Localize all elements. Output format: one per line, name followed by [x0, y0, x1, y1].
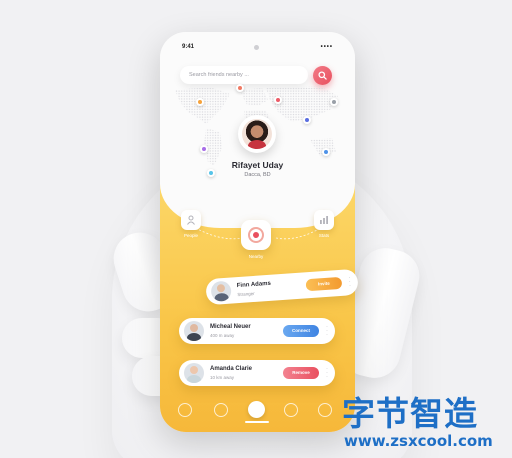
- contact-distance: 10 km away: [210, 375, 235, 380]
- watermark-url: www.zsxcool.com: [344, 432, 493, 450]
- contact-card[interactable]: Amanda Clarie 10 km away Remove · · ·: [179, 360, 335, 386]
- contact-avatar: [184, 321, 204, 341]
- map-pin[interactable]: [196, 98, 204, 106]
- contact-card[interactable]: Micheal Neuer 400 m away Connect · · ·: [179, 318, 335, 344]
- mode-people-button[interactable]: [181, 210, 201, 230]
- map-pin[interactable]: [330, 98, 338, 106]
- connect-button[interactable]: Connect: [283, 325, 319, 337]
- map-pin[interactable]: [236, 84, 244, 92]
- status-time: 9:41: [182, 44, 195, 50]
- more-options-icon[interactable]: · · ·: [326, 366, 329, 380]
- mode-nearby-label: Nearby: [248, 254, 264, 259]
- mode-stats-label: Stats: [318, 233, 330, 238]
- search-icon: [318, 71, 327, 80]
- map-pin[interactable]: [322, 148, 330, 156]
- mode-stats-button[interactable]: [314, 210, 334, 230]
- contact-name: Micheal Neuer: [210, 324, 251, 330]
- trophy-icon[interactable]: [284, 403, 298, 417]
- map-pin[interactable]: [303, 116, 311, 124]
- contact-name: Finn Adams: [236, 280, 272, 290]
- map-pin[interactable]: [274, 96, 282, 104]
- profile-name: Rifayet Uday: [231, 160, 284, 170]
- contact-avatar: [210, 280, 232, 302]
- more-options-icon[interactable]: · · ·: [326, 324, 329, 338]
- contact-status: Stranger: [237, 290, 255, 298]
- profile-avatar[interactable]: [238, 115, 276, 153]
- nearby-icon[interactable]: [248, 401, 265, 418]
- watermark: 字节智造 www.zsxcool.com: [342, 394, 512, 451]
- profile-location: Dacca, BD: [244, 172, 271, 178]
- settings-icon[interactable]: [318, 403, 332, 417]
- bar-chart-icon: [320, 216, 328, 224]
- invite-button[interactable]: Invite: [305, 276, 343, 292]
- contact-name: Amanda Clarie: [210, 366, 253, 372]
- mode-people-label: People: [183, 233, 198, 238]
- tab-bar: [172, 400, 343, 423]
- active-tab-indicator: [245, 421, 269, 423]
- contact-avatar: [184, 363, 204, 383]
- watermark-title: 字节智造: [342, 394, 478, 433]
- phone-screen: 9:41 •••• Search friends nearby ... Rifa…: [160, 32, 355, 432]
- mode-nearby-button[interactable]: [241, 220, 271, 250]
- location-icon[interactable]: [214, 403, 228, 417]
- contact-distance: 400 m away: [210, 333, 235, 338]
- signal-icon: ••••: [320, 44, 333, 50]
- person-icon: [187, 215, 195, 225]
- remove-button[interactable]: Remove: [283, 367, 319, 379]
- camera-icon: [254, 45, 259, 50]
- home-icon[interactable]: [178, 403, 192, 417]
- more-options-icon[interactable]: · · ·: [348, 275, 352, 289]
- radar-icon: [248, 227, 264, 243]
- map-pin[interactable]: [200, 145, 208, 153]
